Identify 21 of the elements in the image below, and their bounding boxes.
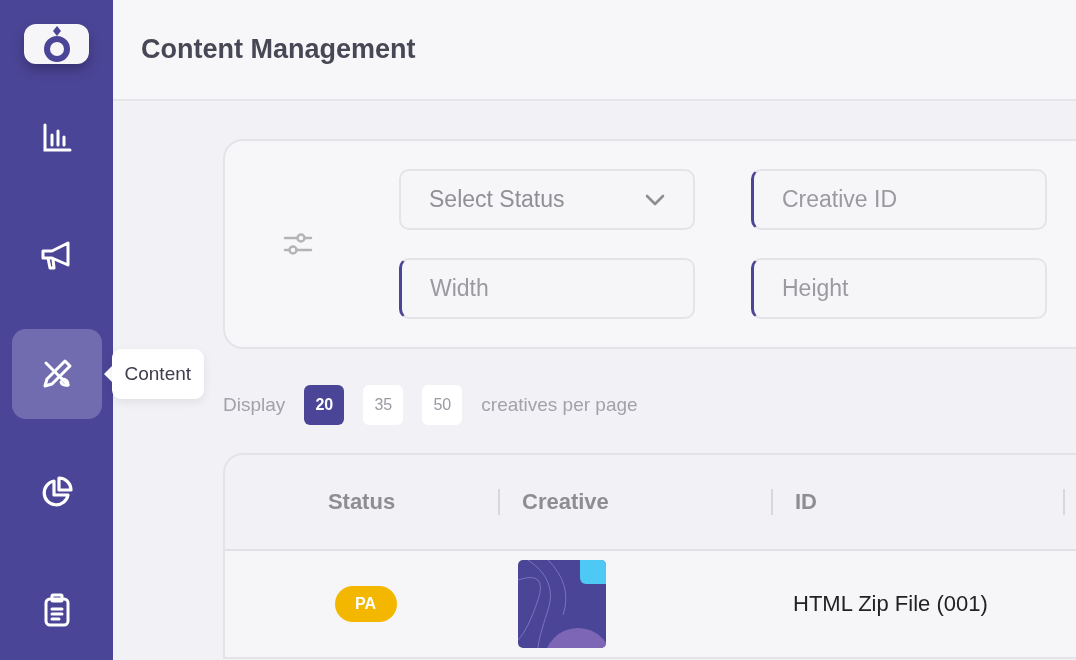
table-cell: HTML Zip File (001) xyxy=(793,591,988,617)
per-page-label: creatives per page xyxy=(481,394,638,416)
filter-sliders-icon xyxy=(283,232,313,256)
input-field[interactable]: Width xyxy=(399,258,695,319)
chevron-down-icon xyxy=(645,193,665,206)
page-size-option[interactable]: 35 xyxy=(363,385,404,425)
column-header: ID xyxy=(771,489,1063,515)
tooltip: Content xyxy=(111,349,205,399)
page-title: Content Management xyxy=(141,34,416,65)
status-dropdown[interactable]: Select Status xyxy=(399,169,695,230)
column-header: Creative xyxy=(498,489,771,515)
logo-icon[interactable] xyxy=(24,24,89,64)
status-badge: PA xyxy=(334,586,397,622)
page-size-option[interactable]: 20 xyxy=(304,385,345,425)
display-label: Display xyxy=(223,394,286,416)
input-field[interactable]: Height xyxy=(751,258,1047,319)
page-size-option[interactable]: 50 xyxy=(422,385,463,425)
input-field[interactable]: Creative ID xyxy=(751,169,1047,230)
clipboard-icon xyxy=(42,593,71,627)
tooltip-pointer xyxy=(103,366,112,382)
column-header: Status xyxy=(326,489,397,515)
